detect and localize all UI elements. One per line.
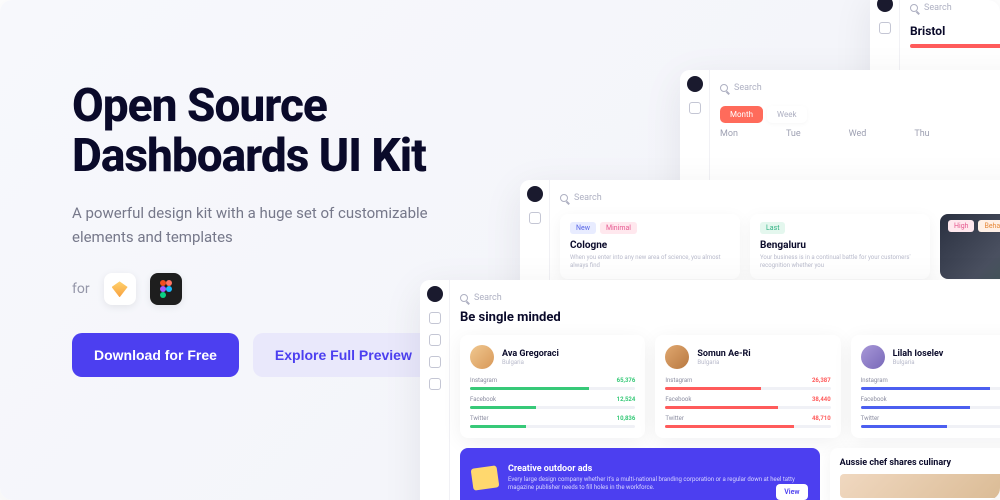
search-icon: [720, 84, 728, 92]
city-name: Bristol: [910, 24, 1000, 38]
pencil-icon: [471, 465, 500, 490]
metric-label: Facebook: [665, 396, 691, 403]
metric-bar: [861, 387, 1000, 390]
tag: High: [948, 220, 974, 232]
search-input: Search: [910, 0, 1000, 18]
sketch-icon[interactable]: [104, 273, 136, 305]
side-card: Aussie chef shares culinary: [830, 448, 1000, 500]
metric-value: 38,440: [812, 396, 831, 403]
metric-bar: [470, 406, 635, 409]
day-label: Thu: [914, 129, 929, 139]
mock-panel-city: Search Bristol: [870, 0, 1000, 160]
preview-mockups: Search Bristol Search Month Week ← Jun M…: [450, 0, 1000, 500]
metric-label: Instagram: [861, 377, 888, 384]
mock-panel-people: Search Be single minded Ava GregoraciBul…: [420, 280, 1000, 500]
search-icon: [560, 194, 568, 202]
metric-bar: [665, 387, 830, 390]
for-label: for: [72, 281, 90, 297]
person-card: Somun Ae-RiBulgaria Instagram 26,387 Facebo…: [655, 335, 840, 438]
person-location: Bulgaria: [893, 359, 944, 366]
download-button[interactable]: Download for Free: [72, 333, 239, 377]
metric-label: Twitter: [861, 415, 880, 422]
hero-subtitle: A powerful design kit with a huge set of…: [72, 201, 432, 249]
tag: Behance: [978, 220, 1000, 232]
promo-title: Creative outdoor ads: [508, 464, 808, 474]
metric-bar: [470, 425, 635, 428]
person-location: Bulgaria: [502, 359, 559, 366]
metric-label: Instagram: [665, 377, 692, 384]
city-name: Cologne: [570, 240, 730, 251]
user-icon: [879, 22, 891, 34]
person-name: Somun Ae-Ri: [697, 349, 750, 359]
metric-value: 12,524: [617, 396, 636, 403]
day-label: Wed: [849, 129, 867, 139]
card-description: When you enter into any new area of scie…: [570, 254, 730, 271]
metric-label: Facebook: [861, 396, 887, 403]
metric-value: 48,710: [812, 415, 831, 422]
person-name: Ava Gregoraci: [502, 349, 559, 359]
metric-bar: [665, 406, 830, 409]
side-title: Aussie chef shares culinary: [840, 458, 1000, 468]
hero-title: Open Source Dashboards UI Kit: [72, 82, 492, 181]
tag: New: [570, 222, 596, 234]
tab-month: Month: [720, 106, 763, 123]
search-input: Search: [460, 288, 1000, 308]
section-title: Be single minded: [460, 310, 1000, 325]
metric-label: Twitter: [665, 415, 684, 422]
logo-icon: [687, 76, 703, 92]
city-name: Bengaluru: [760, 240, 920, 251]
logo-icon: [877, 0, 893, 12]
mock-panel-cards: Search New Minimal Cologne When you enter…: [520, 180, 1000, 320]
search-icon: [910, 4, 918, 12]
user-icon: [529, 212, 541, 224]
image-card: High Behance: [940, 214, 1000, 279]
metric-label: Twitter: [470, 415, 489, 422]
city-card: Last Bengaluru Your business is in a con…: [750, 214, 930, 279]
metric-value: 65,376: [617, 377, 636, 384]
explore-button[interactable]: Explore Full Preview: [253, 333, 434, 377]
tag: Last: [760, 222, 785, 234]
promo-description: Every large design company whether it's …: [508, 476, 808, 493]
day-label: Mon: [720, 129, 738, 139]
avatar: [861, 345, 885, 369]
mock-panel-calendar: Search Month Week ← Jun Mon Tue Wed Thu: [680, 70, 1000, 250]
city-card: New Minimal Cologne When you enter into a…: [560, 214, 740, 279]
promo-button: View: [776, 484, 807, 500]
figma-icon[interactable]: [150, 273, 182, 305]
tag: Minimal: [600, 222, 637, 234]
promo-banner: Creative outdoor ads Every large design …: [460, 448, 820, 500]
user-icon: [689, 102, 701, 114]
person-location: Bulgaria: [697, 359, 750, 366]
metric-bar: [861, 406, 1000, 409]
metric-bar: [665, 425, 830, 428]
card-description: Your business is in a continual battle f…: [760, 254, 920, 271]
nav-icon: [429, 378, 441, 390]
metric-bar: [470, 387, 635, 390]
progress-bar: [910, 44, 1000, 48]
logo-icon: [527, 186, 543, 202]
metric-bar: [861, 425, 1000, 428]
avatar: [665, 345, 689, 369]
search-input: Search: [720, 78, 1000, 98]
metric-label: Facebook: [470, 396, 496, 403]
day-label: Tue: [786, 129, 801, 139]
metric-value: 26,387: [812, 377, 831, 384]
search-input: Search: [560, 188, 1000, 208]
tab-week: Week: [767, 106, 807, 123]
person-card: Lilah IoselevBulgariaInstagram48,983Face…: [851, 335, 1000, 438]
metric-value: 10,836: [617, 415, 636, 422]
person-name: Lilah Ioselev: [893, 349, 944, 359]
metric-label: Instagram: [470, 377, 497, 384]
side-image: [840, 474, 1000, 498]
